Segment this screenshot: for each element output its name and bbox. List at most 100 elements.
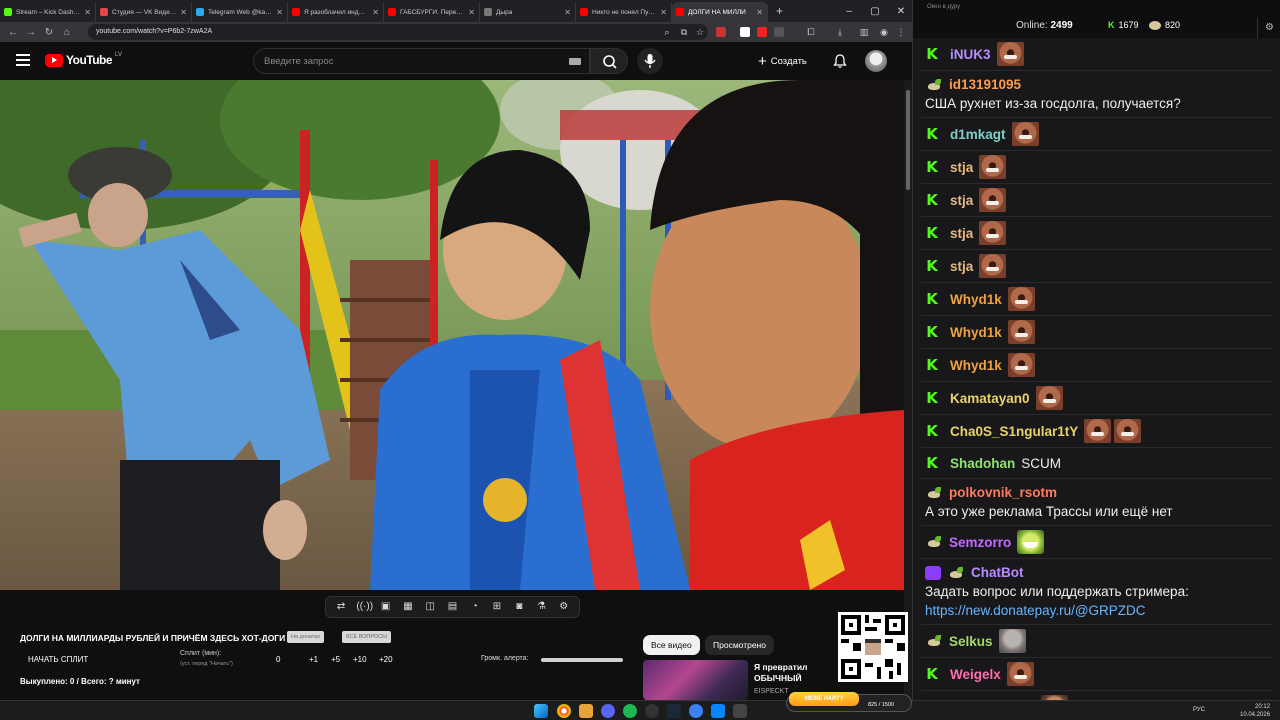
- create-button[interactable]: + Создать: [758, 51, 807, 71]
- all-questions-chip[interactable]: ВСЕ ВОПРОСЫ: [342, 631, 392, 643]
- tab-close-icon[interactable]: ✕: [180, 8, 187, 17]
- search-input[interactable]: Введите запрос: [253, 48, 590, 74]
- filter-all-videos[interactable]: Все видео: [643, 635, 700, 655]
- notifications-bell-icon[interactable]: [832, 53, 848, 69]
- chrome-icon[interactable]: [557, 704, 571, 718]
- recommended-title[interactable]: Я превратил ОБЫЧНЫЙ БАЛКОН в ГЕЙМЕРСКИЙ: [754, 662, 838, 684]
- menu-dots-icon[interactable]: ⋮: [894, 25, 908, 39]
- tab-close-icon[interactable]: ✕: [468, 8, 475, 17]
- extension-icon[interactable]: [757, 27, 767, 37]
- chat-username[interactable]: Cha0S_S1ngular1tY: [950, 422, 1078, 441]
- camera-icon[interactable]: ◙: [512, 600, 526, 614]
- split-add-1-button[interactable]: +1: [309, 655, 318, 664]
- steam-icon[interactable]: [667, 704, 681, 718]
- extension-icon[interactable]: [740, 27, 750, 37]
- filter-watched[interactable]: Просмотрено: [705, 635, 774, 655]
- split-value-0[interactable]: 0: [276, 655, 280, 664]
- split-add-10-button[interactable]: +10: [353, 655, 367, 664]
- chat-username[interactable]: Whyd1k: [950, 323, 1002, 342]
- browser-tab[interactable]: ГАБСБУРГИ. Переживш✕: [384, 2, 480, 22]
- close-icon[interactable]: ✕: [888, 0, 912, 22]
- chat-username[interactable]: Selkus: [949, 632, 993, 651]
- add-screen-icon[interactable]: ⊞: [490, 600, 504, 614]
- browser-tab[interactable]: Stream – Kick Dashboard✕: [0, 2, 96, 22]
- chat-link[interactable]: https://new.donatepay.ru/@GRPZDC: [925, 601, 1146, 620]
- extension-icon[interactable]: [774, 27, 784, 37]
- chat-username[interactable]: Kamatayan0: [950, 389, 1030, 408]
- reload-icon[interactable]: ↻: [40, 27, 58, 38]
- back-icon[interactable]: ←: [4, 27, 22, 38]
- flask-icon[interactable]: ⚗: [535, 600, 549, 614]
- recommended-thumbnail[interactable]: [643, 660, 748, 700]
- chat-username[interactable]: Whyd1k: [950, 290, 1002, 309]
- zoom-icon[interactable]: ⌕: [660, 25, 674, 39]
- chat-username[interactable]: id13191095: [949, 75, 1021, 94]
- chat-username[interactable]: polkovnik_rsotm: [949, 483, 1057, 502]
- minimize-icon[interactable]: –: [836, 0, 862, 22]
- audio-icon[interactable]: ((·)): [356, 600, 373, 614]
- chat-username[interactable]: stja: [950, 158, 973, 177]
- spotify-icon[interactable]: [623, 704, 637, 718]
- alert-volume-slider[interactable]: [541, 658, 623, 662]
- discord-icon[interactable]: [601, 704, 615, 718]
- video-player[interactable]: [0, 80, 904, 590]
- url-field[interactable]: youtube.com/watch?v=P6b2-7zwA2A: [88, 24, 708, 40]
- profile-icon[interactable]: ◉: [877, 25, 891, 39]
- start-icon[interactable]: [534, 704, 548, 718]
- account-avatar[interactable]: [865, 50, 887, 72]
- tab-close-icon[interactable]: ✕: [660, 8, 667, 17]
- screen-settings-icon[interactable]: ▣: [379, 600, 393, 614]
- split-add-5-button[interactable]: +5: [331, 655, 340, 664]
- tab-close-icon[interactable]: ✕: [564, 8, 571, 17]
- chat-username[interactable]: stja: [950, 191, 973, 210]
- chat-username[interactable]: iNUK3: [950, 45, 991, 64]
- tab-close-icon[interactable]: ✕: [84, 8, 91, 17]
- cast-icon[interactable]: ⧉: [677, 25, 691, 39]
- speed-icon[interactable]: ◔: [468, 600, 482, 614]
- tab-close-icon[interactable]: ✕: [372, 8, 379, 17]
- browser-tab[interactable]: Студия — VK Видео Li ✕: [96, 2, 192, 22]
- youtube-logo[interactable]: YouTube LV: [45, 52, 122, 67]
- cinema-icon[interactable]: ▤: [445, 600, 459, 614]
- bookmark-star-icon[interactable]: ☆: [693, 25, 707, 39]
- browser-tab[interactable]: Дыра ✕: [480, 2, 576, 22]
- split-icon[interactable]: ▥: [857, 25, 871, 39]
- chat-username[interactable]: stja: [950, 257, 973, 276]
- telegram-icon[interactable]: [711, 704, 725, 718]
- chat-username[interactable]: ChatBot: [971, 563, 1024, 582]
- maximize-icon[interactable]: ▢: [862, 0, 888, 22]
- extensions-puzzle-icon[interactable]: ⧠: [804, 25, 818, 39]
- picture-in-picture-icon[interactable]: ◫: [423, 600, 437, 614]
- chat-username[interactable]: Semzorro: [949, 533, 1011, 552]
- tab-close-icon[interactable]: ✕: [276, 8, 283, 17]
- loop-icon[interactable]: ⇄: [334, 600, 348, 614]
- gear-icon[interactable]: ⚙: [557, 600, 571, 614]
- app-icon[interactable]: [733, 704, 747, 718]
- recommended-channel[interactable]: EISPECKT: [754, 688, 789, 695]
- chat-settings-icon[interactable]: ⚙: [1257, 17, 1280, 39]
- keyboard-language[interactable]: РУС: [1193, 707, 1205, 713]
- download-icon[interactable]: ⤓: [833, 25, 847, 39]
- keyboard-icon[interactable]: [569, 58, 581, 65]
- split-add-20-button[interactable]: +20: [379, 655, 393, 664]
- new-tab-button[interactable]: +: [768, 4, 791, 18]
- forward-icon[interactable]: →: [22, 27, 40, 38]
- browser-tab[interactable]: ДОЛГИ НА МИЛЛИ ✕: [672, 2, 768, 22]
- clock[interactable]: 20:12 10.04.2026: [1240, 703, 1270, 719]
- chat-username[interactable]: Whyd1k: [950, 356, 1002, 375]
- search-button[interactable]: [590, 48, 628, 74]
- home-icon[interactable]: ⌂: [58, 27, 76, 38]
- tab-close-icon[interactable]: ✕: [756, 8, 763, 17]
- chat-username[interactable]: Weigelx: [950, 665, 1001, 684]
- start-split-button[interactable]: НАЧАТЬ СПЛИТ: [28, 655, 88, 664]
- browser-tab[interactable]: Я разоблачил индийсk ✕: [288, 2, 384, 22]
- clapper-icon[interactable]: ▦: [401, 600, 415, 614]
- chat-username[interactable]: stja: [950, 224, 973, 243]
- obs-icon[interactable]: [645, 704, 659, 718]
- donations-chip[interactable]: На донатах: [287, 631, 325, 643]
- extension-icon[interactable]: [716, 27, 726, 37]
- chat-username[interactable]: Shadohan: [950, 454, 1015, 473]
- browser-tab[interactable]: Telegram Web @kargin ✕: [192, 2, 288, 22]
- voice-search-button[interactable]: [637, 48, 663, 74]
- hamburger-menu-icon[interactable]: [16, 54, 30, 66]
